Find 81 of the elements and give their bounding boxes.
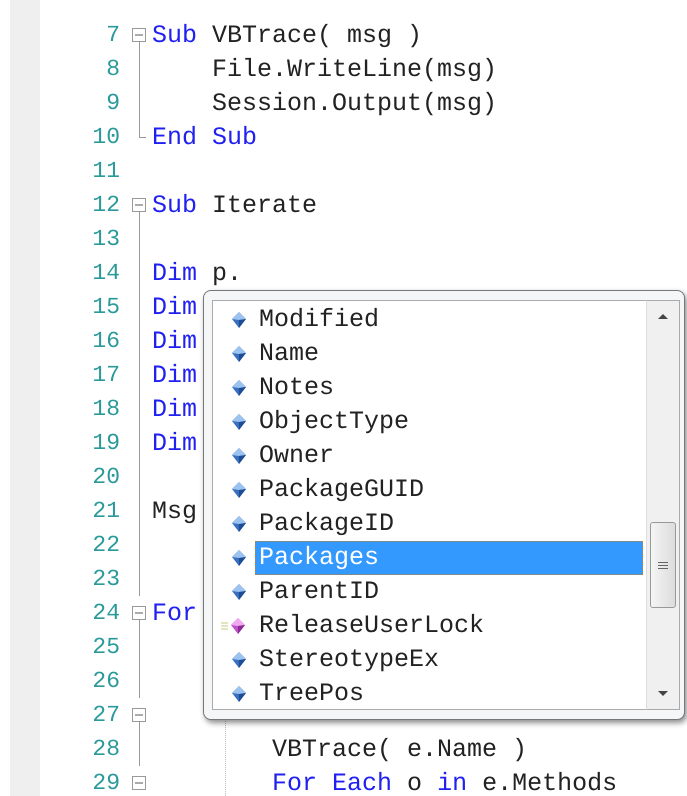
line-number: 22 (91, 532, 121, 558)
item-label: TreePos (258, 678, 366, 710)
scroll-up-icon[interactable] (657, 313, 669, 321)
property-icon (231, 549, 247, 567)
line-number: 19 (91, 430, 121, 456)
collapse-icon[interactable] (132, 776, 146, 790)
method-icon (221, 617, 247, 635)
line-number: 15 (91, 294, 121, 320)
line-number: 14 (91, 260, 121, 286)
code-line: Dim (152, 360, 198, 390)
item-label: ParentID (258, 576, 380, 608)
code-line: Session.Output(msg) (211, 88, 498, 118)
property-icon (231, 685, 247, 703)
code-line: Sub VBTrace( msg ) (152, 20, 422, 50)
autocomplete-item[interactable]: Owner (213, 439, 646, 473)
line-number: 23 (91, 566, 121, 592)
line-number: 8 (105, 56, 121, 82)
code-line: Dim (152, 326, 198, 356)
item-label: PackageGUID (258, 474, 426, 506)
code-line: Sub Iterate (152, 190, 318, 220)
autocomplete-item[interactable]: ReleaseUserLock (213, 609, 646, 643)
collapse-icon[interactable] (132, 606, 146, 620)
item-label: Owner (258, 440, 336, 472)
line-number: 17 (91, 362, 121, 388)
item-label: StereotypeEx (258, 644, 440, 676)
line-number: 11 (91, 158, 121, 184)
autocomplete-item[interactable]: ParentID (213, 575, 646, 609)
autocomplete-item[interactable]: Modified (213, 303, 646, 337)
autocomplete-item[interactable]: PackageID (213, 507, 646, 541)
item-label: Modified (258, 304, 380, 336)
property-icon (231, 311, 247, 329)
code-line: Dim (152, 428, 198, 458)
property-icon (231, 345, 247, 363)
property-icon (231, 447, 247, 465)
autocomplete-item[interactable]: ObjectType (213, 405, 646, 439)
line-number: 10 (91, 124, 121, 150)
line-number: 28 (91, 736, 121, 762)
item-label: ObjectType (258, 406, 410, 438)
autocomplete-item[interactable]: Notes (213, 371, 646, 405)
code-line: Dim (152, 292, 198, 322)
property-icon (231, 651, 247, 669)
line-number: 29 (91, 770, 121, 796)
collapse-icon[interactable] (132, 198, 146, 212)
line-number: 12 (91, 192, 121, 218)
autocomplete-item[interactable]: TreePos (213, 677, 646, 711)
code-line: Dim (152, 394, 198, 424)
autocomplete-item[interactable]: StereotypeEx (213, 643, 646, 677)
item-label: Notes (258, 372, 336, 404)
autocomplete-item[interactable]: PackageGUID (213, 473, 646, 507)
code-line: VBTrace( e.Name ) (271, 734, 528, 764)
property-icon (231, 481, 247, 499)
item-label: PackageID (258, 508, 396, 540)
line-number: 7 (105, 22, 121, 48)
line-number: 20 (91, 464, 121, 490)
item-label: Name (258, 338, 320, 370)
line-number: 13 (91, 226, 121, 252)
autocomplete-item[interactable]: Name (213, 337, 646, 371)
code-line: End Sub (152, 122, 258, 152)
code-line: File.WriteLine(msg) (211, 54, 498, 84)
property-icon (231, 379, 247, 397)
property-icon (231, 583, 247, 601)
property-icon (231, 515, 247, 533)
line-number: 26 (91, 668, 121, 694)
line-number: 27 (91, 702, 121, 728)
property-icon (231, 413, 247, 431)
collapse-icon[interactable] (132, 28, 146, 42)
line-number: 25 (91, 634, 121, 660)
line-number: 16 (91, 328, 121, 354)
collapse-icon[interactable] (132, 708, 146, 722)
code-line: Dim p. (152, 258, 242, 288)
code-line: For (152, 598, 198, 628)
scrollbar[interactable] (646, 300, 680, 710)
scrollbar-thumb[interactable] (650, 522, 676, 608)
code-line: For Each o in e.Methods (271, 768, 618, 796)
code-line: Msg (152, 496, 198, 526)
line-number: 21 (91, 498, 121, 524)
scroll-down-icon[interactable] (657, 689, 669, 697)
line-number: 18 (91, 396, 121, 422)
line-number: 24 (91, 600, 121, 626)
line-number: 9 (105, 90, 121, 116)
item-label: ReleaseUserLock (258, 610, 486, 642)
